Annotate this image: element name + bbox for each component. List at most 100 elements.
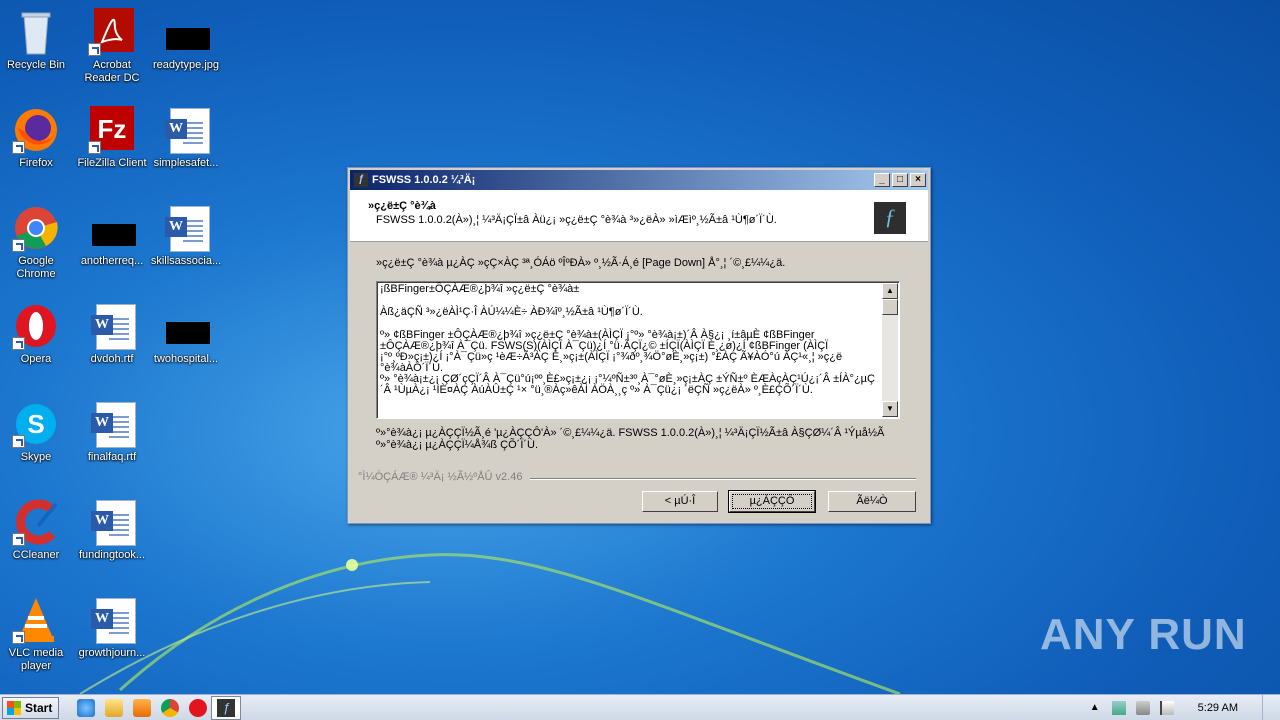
close-button[interactable]: × [910,173,926,187]
app-logo-icon: ƒ [874,202,906,234]
opera-icon [12,302,60,350]
shortcut-arrow-icon [12,631,25,644]
desktop-icon-acrobat[interactable]: Acrobat Reader DC [74,8,150,85]
desktop-icon-label: simplesafet... [153,157,219,169]
show-desktop-button[interactable] [1262,694,1272,720]
desktop-icon-label: growthjourn... [78,647,146,659]
license-scrollbar[interactable]: ▲ ▼ [882,283,898,417]
word-doc-icon: W [88,596,136,644]
desktop-icon-ccleaner[interactable]: CCleaner [0,498,74,562]
installer-branding: °Ì¼ÒÇÁÆ® ¼³Ä¡ ½Ã½ºÅÛ v2.46 [358,471,523,483]
license-paragraph: Àß¿äÇÑ ³»¿ëÀÌ¹Ç·Î ÀÚ¼¼È÷ ÀÐ¾îº¸½Ã±â ¹Ù¶ø… [380,306,643,318]
license-textbox[interactable]: ¡ßBFinger±ÔÇÀÆ®¿þ¾î »ç¿ë±Ç °è¾à± Àß¿äÇÑ … [376,281,900,419]
desktop-icon-label: VLC media player [8,647,64,672]
vlc-icon [12,596,60,644]
scroll-thumb[interactable] [882,299,898,315]
installer-dialog: ƒ FSWSS 1.0.0.2 ¼³Ä¡ _ □ × »ç¿ë±Ç °è¾à F… [347,167,931,524]
system-tray: ▲ 5:29 AM [1088,694,1280,720]
desktop-icon-label: Skype [20,451,52,463]
license-paragraph: ¡ßBFinger±ÔÇÀÆ®¿þ¾î »ç¿ë±Ç °è¾à± [380,283,580,295]
desktop-icon-label: CCleaner [12,549,60,561]
desktop-icon-label: Acrobat Reader DC [84,59,140,84]
word-doc-icon: W [88,498,136,546]
maximize-button[interactable]: □ [892,173,908,187]
image-file-icon [88,204,136,252]
anyrun-watermark: ANY RUN [1040,610,1247,660]
desktop-icon-opera[interactable]: Opera [0,302,74,366]
desktop-icon-chrome[interactable]: Google Chrome [0,204,74,281]
desktop-icon-firefox[interactable]: Firefox [0,106,74,170]
desktop-icon-label: FileZilla Client [77,157,147,169]
header-subtitle: FSWSS 1.0.0.2(À»)¸¦ ¼³Ä¡ÇÏ±â Àü¿¡ »ç¿ë±Ç… [376,214,777,226]
desktop-icon-dvdoh[interactable]: W dvdoh.rtf [74,302,150,366]
opera-taskbar-icon[interactable] [189,698,208,717]
show-hidden-icons-icon[interactable]: ▲ [1088,701,1102,715]
desktop-icon-label: Recycle Bin [6,59,66,71]
word-doc-icon: W [88,302,136,350]
branding-divider [530,478,916,480]
desktop-icon-label: anotherreq... [80,255,144,267]
back-button[interactable]: < µÚ·Î [642,491,718,512]
filezilla-icon: Fz [88,106,136,154]
acrobat-icon [88,8,136,56]
start-button[interactable]: Start [2,696,60,719]
clock[interactable]: 5:29 AM [1198,702,1238,714]
agreement-note: º»°è¾à¿¡ µ¿ÀÇÇÏ½Ã¸é 'µ¿ÀÇÇÔ'À» ´©¸£¼¼¿ä.… [376,427,885,451]
dialog-titlebar[interactable]: ƒ FSWSS 1.0.0.2 ¼³Ä¡ _ □ × [350,170,928,190]
svg-text:Fz: Fz [98,114,127,144]
desktop-icon-twohospital[interactable]: twohospital... [148,302,224,366]
taskbar: Start ƒ ▲ 5:29 AM [0,694,1280,720]
desktop-icon-label: twohospital... [153,353,219,365]
svg-text:S: S [27,409,44,439]
desktop-icon-vlc[interactable]: VLC media player [0,596,74,673]
license-paragraph: º» ¢ßBFinger ±ÔÇÀÆ®¿þ¾î »ç¿ë±Ç °è¾à±(ÀÌÇ… [380,329,843,374]
desktop-icon-label: dvdoh.rtf [90,353,134,365]
image-file-icon [162,8,210,56]
cancel-button[interactable]: Ãë¼Ò [828,491,916,512]
media-player-icon[interactable] [133,698,152,717]
agree-button[interactable]: µ¿ÀÇÇÔ [728,490,816,513]
desktop-icon-label: Firefox [19,157,53,169]
desktop-icon-label: skillsassocia... [150,255,222,267]
scroll-up-button[interactable]: ▲ [882,283,898,299]
scroll-down-button[interactable]: ▼ [882,401,898,417]
shortcut-arrow-icon [88,43,101,56]
desktop-icon-growthjourn[interactable]: W growthjourn... [74,596,150,660]
installer-taskbar-icon: ƒ [217,698,236,717]
action-center-flag-icon[interactable] [1159,700,1174,715]
shortcut-arrow-icon [88,141,101,154]
watermark-text: ANY RUN [1040,610,1247,659]
header-title: »ç¿ë±Ç °è¾à [368,200,436,212]
minimize-button[interactable]: _ [874,173,890,187]
word-doc-icon: W [162,204,210,252]
taskbar-installer-button[interactable]: ƒ [211,695,242,720]
desktop-icon-label: Google Chrome [16,255,56,280]
desktop-icon-simplesafet[interactable]: W simplesafet... [148,106,224,170]
chrome-icon [12,204,60,252]
skype-icon: S [12,400,60,448]
explorer-folder-icon[interactable] [105,698,124,717]
recycle-bin-icon [12,8,60,56]
image-file-icon [162,302,210,350]
word-doc-icon: W [88,400,136,448]
chrome-taskbar-icon[interactable] [161,698,180,717]
volume-icon[interactable] [1135,700,1150,715]
desktop-icon-finalfaq[interactable]: W finalfaq.rtf [74,400,150,464]
desktop-icon-skype[interactable]: S Skype [0,400,74,464]
instruction-text: »ç¿ë±Ç °è¾à µ¿ÀÇ »çÇ×ÀÇ ³ª¸ÓÁö ºÎºÐÀ» º¸… [376,257,786,269]
desktop-icon-anotherreq[interactable]: anotherreq... [74,204,150,268]
desktop-icon-readytype[interactable]: readytype.jpg [148,8,224,72]
desktop-icon-recycle-bin[interactable]: Recycle Bin [0,8,74,72]
word-doc-icon: W [162,106,210,154]
desktop-icon-skillsassocia[interactable]: W skillsassocia... [148,204,224,268]
desktop-icon-label: Opera [20,353,52,365]
desktop-icon-fundingtook[interactable]: W fundingtook... [74,498,150,562]
desktop-icon-filezilla[interactable]: Fz FileZilla Client [74,106,150,170]
shortcut-arrow-icon [12,435,25,448]
network-icon[interactable] [1111,700,1126,715]
ie-icon[interactable] [77,698,96,717]
firefox-icon [12,106,60,154]
shortcut-arrow-icon [12,533,25,546]
desktop-icon-label: fundingtook... [78,549,146,561]
shortcut-arrow-icon [12,337,25,350]
